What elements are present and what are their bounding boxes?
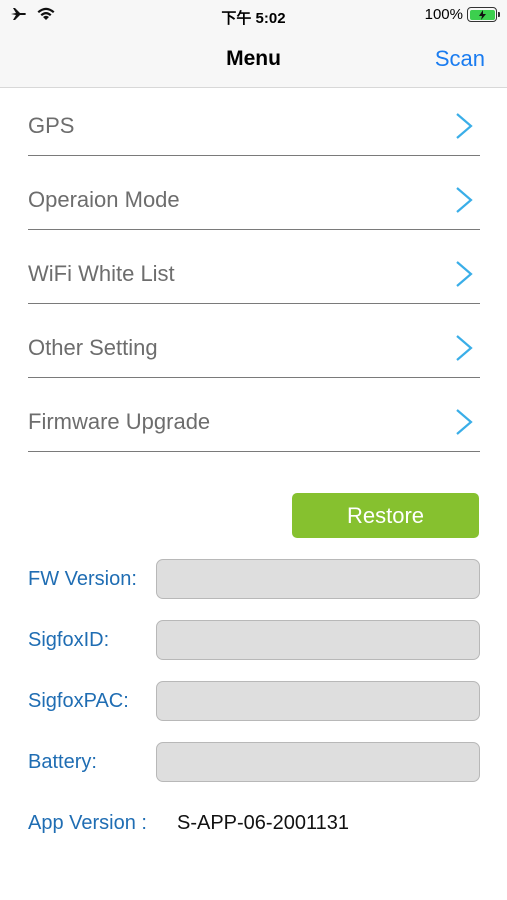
battery-field: [156, 742, 480, 782]
restore-button[interactable]: Restore: [292, 493, 479, 538]
menu-item-label: GPS: [28, 113, 75, 138]
page-title: Menu: [226, 47, 281, 70]
status-bar: 下午 5:02 100%: [0, 0, 507, 30]
app-version-label: App Version :: [28, 812, 147, 834]
status-bar-right: 100%: [424, 6, 500, 23]
scan-button[interactable]: Scan: [435, 46, 485, 72]
chevron-right-icon: [456, 113, 473, 139]
battery-fill: [469, 9, 495, 20]
menu-item-operation-mode[interactable]: Operaion Mode: [28, 160, 480, 230]
menu-item-wifi-white-list[interactable]: WiFi White List: [28, 234, 480, 304]
sigfox-id-field: [156, 620, 480, 660]
fw-version-field: [156, 559, 480, 599]
sigfox-id-label: SigfoxID:: [28, 629, 110, 651]
chevron-right-icon: [456, 261, 473, 287]
app-version-value: S-APP-06-2001131: [177, 812, 349, 834]
menu-item-gps[interactable]: GPS: [28, 86, 480, 156]
menu-item-other-setting[interactable]: Other Setting: [28, 308, 480, 378]
chevron-right-icon: [456, 187, 473, 213]
chevron-right-icon: [456, 335, 473, 361]
battery-percent: 100%: [424, 6, 463, 23]
fw-version-label: FW Version:: [28, 568, 137, 590]
sigfox-pac-field: [156, 681, 480, 721]
battery-charging-icon: [467, 7, 500, 22]
menu-item-label: Firmware Upgrade: [28, 409, 211, 434]
menu-item-firmware-upgrade[interactable]: Firmware Upgrade: [28, 382, 480, 452]
nav-bar: Menu Scan: [0, 30, 507, 88]
menu-item-label: Operaion Mode: [28, 187, 180, 212]
chevron-right-icon: [456, 409, 473, 435]
sigfox-pac-label: SigfoxPAC:: [28, 690, 129, 712]
battery-label: Battery:: [28, 751, 97, 773]
menu-item-label: WiFi White List: [28, 261, 175, 286]
menu-item-label: Other Setting: [28, 335, 158, 360]
